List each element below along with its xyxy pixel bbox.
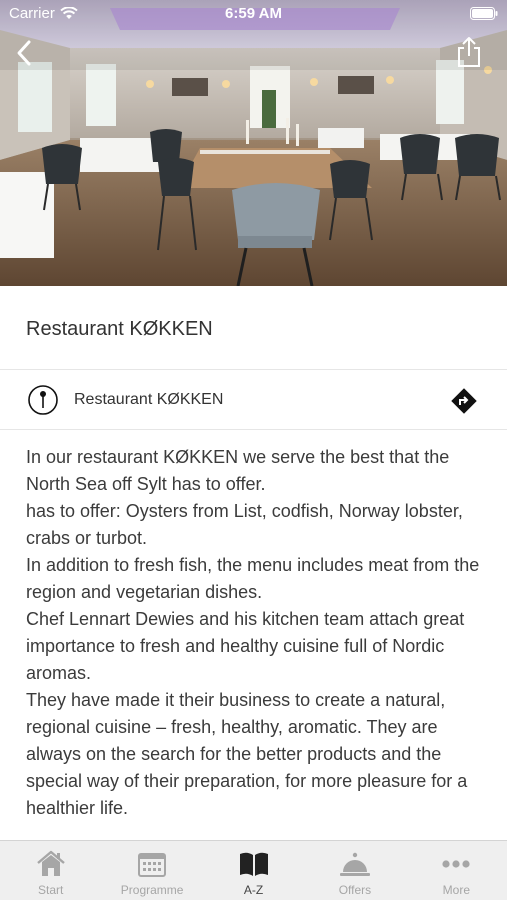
location-row[interactable]: Restaurant KØKKEN [0,370,507,430]
tab-label: Offers [338,883,372,897]
tab-a-z[interactable]: A-Z [203,841,304,900]
share-button[interactable] [455,36,483,68]
home-icon [36,850,65,876]
tab-label: Start [38,883,64,897]
description-paragraph: Chef Lennart Dewies and his kitchen team… [26,609,465,683]
tab-bar: Start Programme A-Z Offers More [0,840,507,900]
tab-offers[interactable]: Offers [304,841,405,900]
tab-programme[interactable]: Programme [101,841,202,900]
more-icon [442,860,470,868]
directions-icon[interactable] [451,388,477,414]
book-icon [239,852,268,876]
description-paragraph: In our restaurant KØKKEN we serve the be… [26,447,450,494]
tab-label: Programme [120,883,184,897]
description-paragraph: has to offer: Oysters from List, codfish… [26,501,463,548]
title-section: Restaurant KØKKEN [0,286,507,370]
chevron-left-icon [17,40,31,66]
service-bell-icon [339,852,370,876]
description-paragraph: In addition to fresh fish, the menu incl… [26,555,480,602]
status-time: 6:59 AM [225,5,282,22]
tab-more[interactable]: More [406,841,507,900]
pin-icon [28,385,58,415]
tab-label: A-Z [243,883,264,897]
description-paragraph: They have made it their business to crea… [26,690,468,818]
battery-icon [470,7,498,25]
tab-start[interactable]: Start [0,841,101,900]
tab-label: More [442,883,470,897]
calendar-icon [138,853,167,877]
status-bar: Carrier 6:59 AM [0,0,507,28]
share-icon [458,37,480,67]
restaurant-interior-photo [0,0,507,286]
hero-image [0,0,507,286]
description-text: In our restaurant KØKKEN we serve the be… [26,444,491,822]
back-button[interactable] [12,38,38,68]
location-name: Restaurant KØKKEN [74,391,224,408]
page-title: Restaurant KØKKEN [26,318,213,340]
